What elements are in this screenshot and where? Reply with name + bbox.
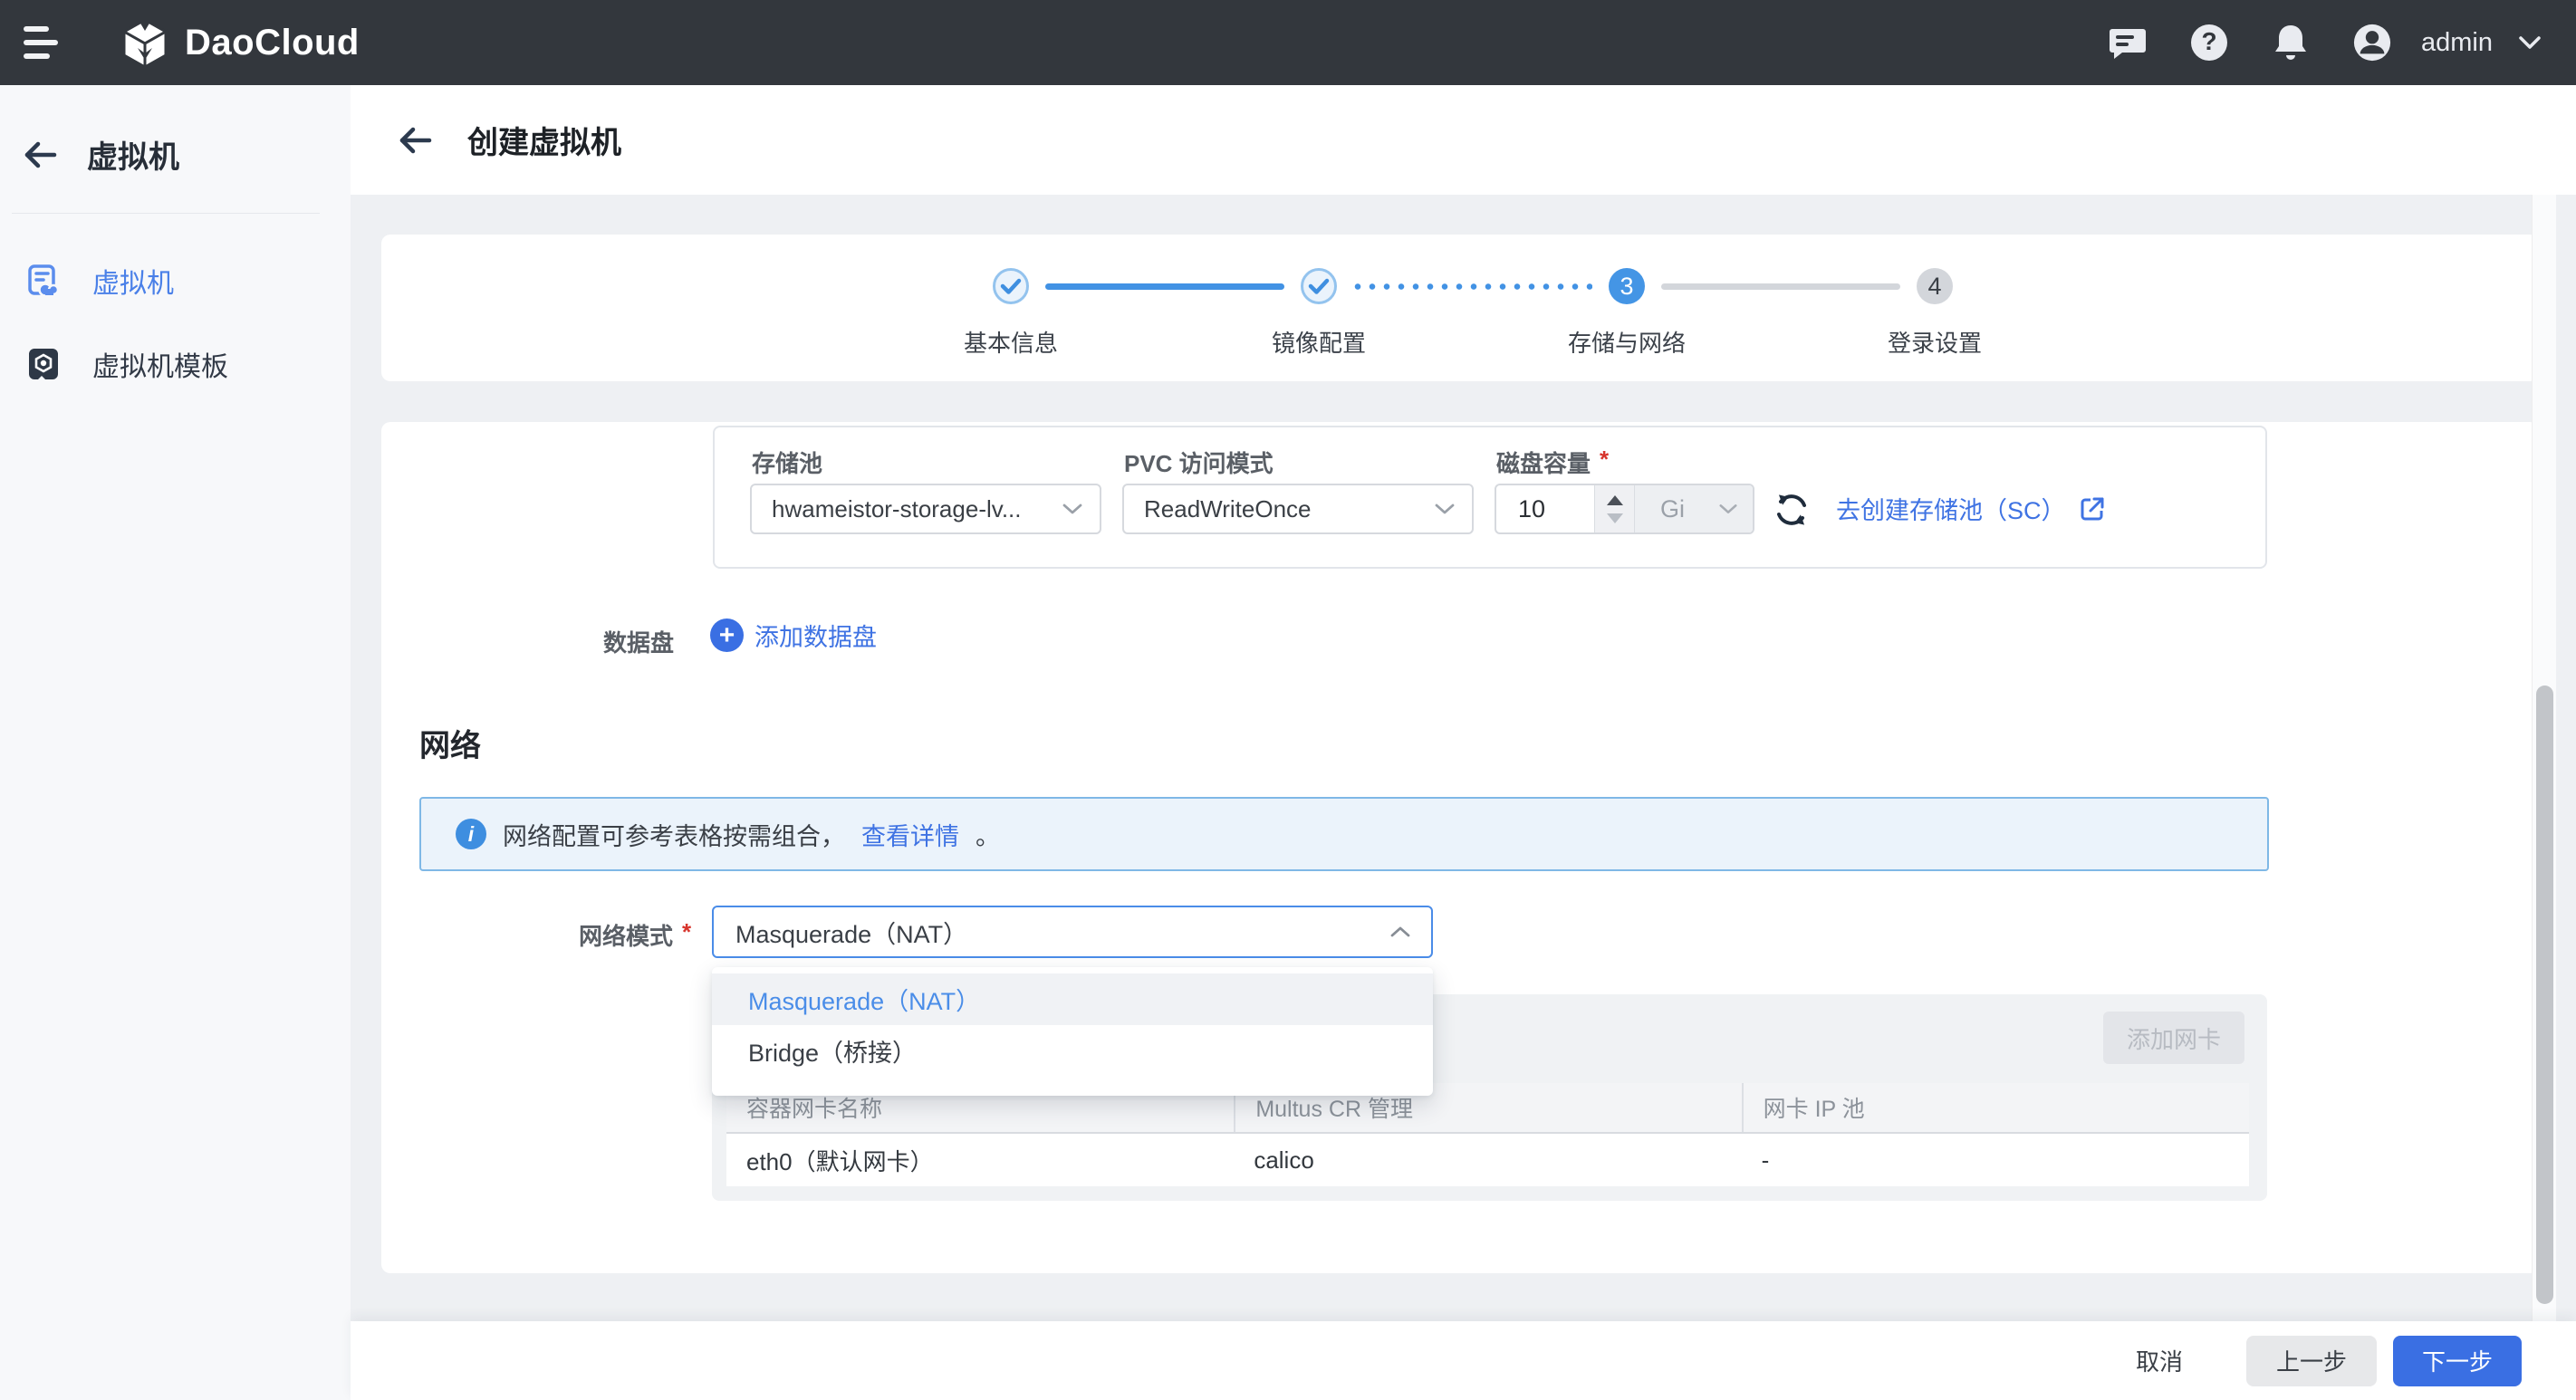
help-icon[interactable]: ? [2189, 23, 2229, 62]
sidebar-item-vm[interactable]: 虚拟机 [0, 239, 351, 322]
bell-icon[interactable] [2271, 23, 2311, 62]
scrollbar-thumb[interactable] [2536, 686, 2553, 1304]
dropdown-option-bridge[interactable]: Bridge（桥接） [712, 1025, 1433, 1077]
topbar: DaoCloud ? [0, 0, 2576, 85]
network-mode-select[interactable]: Masquerade（NAT） [712, 906, 1433, 958]
refresh-icon[interactable] [1773, 491, 1811, 529]
step-number: 3 [1609, 268, 1645, 304]
page-title: 创建虚拟机 [467, 118, 621, 162]
sidebar-head: 虚拟机 [0, 85, 351, 177]
pvc-mode-select[interactable]: ReadWriteOnce [1122, 484, 1474, 534]
column-header: 网卡 IP 池 [1742, 1083, 2249, 1132]
required-asterisk: * [682, 918, 691, 952]
disk-size-input[interactable]: 10 [1496, 485, 1594, 532]
divider [12, 213, 320, 214]
add-data-disk-button[interactable]: + 添加数据盘 [710, 618, 877, 653]
disk-size-label: 磁盘容量* [1496, 446, 1609, 479]
step-login-settings: 4 登录设置 [1781, 235, 2089, 381]
create-storage-pool-link[interactable]: 去创建存储池（SC） [1836, 491, 2106, 526]
disk-unit-select[interactable]: Gi [1634, 485, 1753, 532]
user-name[interactable]: admin [2421, 28, 2493, 58]
stepper-down-icon[interactable] [1607, 513, 1623, 523]
disk-size-input-group: 10 Gi [1495, 484, 1754, 534]
network-mode-label: 网络模式* [579, 918, 691, 952]
vm-template-icon [27, 347, 60, 381]
data-disk-label: 数据盘 [603, 625, 674, 658]
topbar-right: ? admin [2108, 23, 2542, 62]
page-header: 创建虚拟机 [351, 85, 2576, 195]
banner-detail-link[interactable]: 查看详情 [861, 817, 959, 852]
stepper-card: 基本信息 镜像配置 3 存储与网络 4 登录设置 [381, 235, 2539, 381]
storage-pool-label: 存储池 [752, 446, 822, 479]
daocloud-logo-icon [120, 17, 170, 68]
cell-ip-pool: - [1742, 1134, 2249, 1186]
chevron-up-icon [1389, 925, 1411, 938]
step-number: 4 [1917, 268, 1953, 304]
network-section-heading: 网络 [419, 721, 481, 765]
storage-pool-select[interactable]: hwameistor-storage-lv... [750, 484, 1101, 534]
chevron-down-icon [1062, 503, 1083, 515]
chevron-down-icon [1434, 503, 1456, 515]
content: 基本信息 镜像配置 3 存储与网络 4 登录设置 [351, 195, 2576, 1321]
footer-bar: 取消 上一步 下一步 [351, 1321, 2576, 1400]
system-disk-box: 存储池 PVC 访问模式 磁盘容量* hwameistor-storage-lv… [713, 426, 2267, 569]
sidebar-item-label: 虚拟机模板 [92, 344, 228, 384]
page: DaoCloud ? [0, 0, 2576, 1400]
hamburger-menu-icon[interactable] [24, 24, 60, 61]
step-image-config: 镜像配置 [1165, 235, 1473, 381]
cell-multus-cr: calico [1234, 1134, 1741, 1186]
network-mode-dropdown: Masquerade（NAT） Bridge（桥接） [712, 967, 1433, 1096]
back-arrow-icon[interactable] [24, 140, 58, 169]
step-check-icon [1301, 268, 1337, 304]
sidebar: 虚拟机 虚拟机 [0, 85, 351, 1400]
nic-table: 容器网卡名称 Multus CR 管理 网卡 IP 池 eth0（默认网卡） c… [726, 1083, 2249, 1186]
step-label: 镜像配置 [1165, 325, 1473, 359]
prev-step-button[interactable]: 上一步 [2246, 1336, 2377, 1386]
step-basic-info: 基本信息 [857, 235, 1165, 381]
cell-nic-name: eth0（默认网卡） [726, 1134, 1234, 1186]
next-step-button[interactable]: 下一步 [2393, 1336, 2522, 1386]
info-icon: i [456, 819, 486, 849]
brand: DaoCloud [120, 17, 360, 68]
stepper: 基本信息 镜像配置 3 存储与网络 4 登录设置 [857, 235, 2089, 381]
required-asterisk: * [1600, 446, 1609, 479]
vm-icon [27, 264, 60, 298]
avatar[interactable] [2352, 23, 2392, 62]
dropdown-option-masquerade[interactable]: Masquerade（NAT） [712, 973, 1433, 1025]
back-arrow-icon[interactable] [399, 126, 433, 155]
step-label: 登录设置 [1781, 325, 2089, 359]
chevron-down-icon [1718, 503, 1738, 515]
network-info-banner: i 网络配置可参考表格按需组合， 查看详情 。 [419, 797, 2269, 871]
step-storage-network: 3 存储与网络 [1473, 235, 1781, 381]
step-check-icon [993, 268, 1029, 304]
step-label: 存储与网络 [1473, 325, 1781, 359]
form-card: 存储池 PVC 访问模式 磁盘容量* hwameistor-storage-lv… [381, 422, 2539, 1273]
add-nic-button[interactable]: 添加网卡 [2103, 1012, 2244, 1064]
stepper-up-icon[interactable] [1607, 495, 1623, 505]
brand-name: DaoCloud [185, 23, 360, 63]
banner-suffix: 。 [976, 817, 1000, 852]
sidebar-title: 虚拟机 [87, 132, 179, 177]
banner-text: 网络配置可参考表格按需组合， [503, 817, 845, 852]
user-chevron-down-icon[interactable] [2518, 35, 2542, 50]
external-link-icon [2079, 495, 2106, 523]
sidebar-item-vm-template[interactable]: 虚拟机模板 [0, 322, 351, 406]
svg-text:?: ? [2201, 27, 2216, 55]
step-label: 基本信息 [857, 325, 1165, 359]
plus-icon: + [710, 618, 744, 652]
pvc-mode-label: PVC 访问模式 [1124, 446, 1274, 479]
sidebar-item-label: 虚拟机 [92, 261, 174, 301]
scrollbar-track[interactable] [2532, 195, 2556, 1321]
table-row: eth0（默认网卡） calico - [726, 1134, 2249, 1186]
chat-icon[interactable] [2108, 23, 2148, 62]
quantity-stepper[interactable] [1594, 485, 1634, 532]
cancel-button[interactable]: 取消 [2136, 1344, 2183, 1377]
